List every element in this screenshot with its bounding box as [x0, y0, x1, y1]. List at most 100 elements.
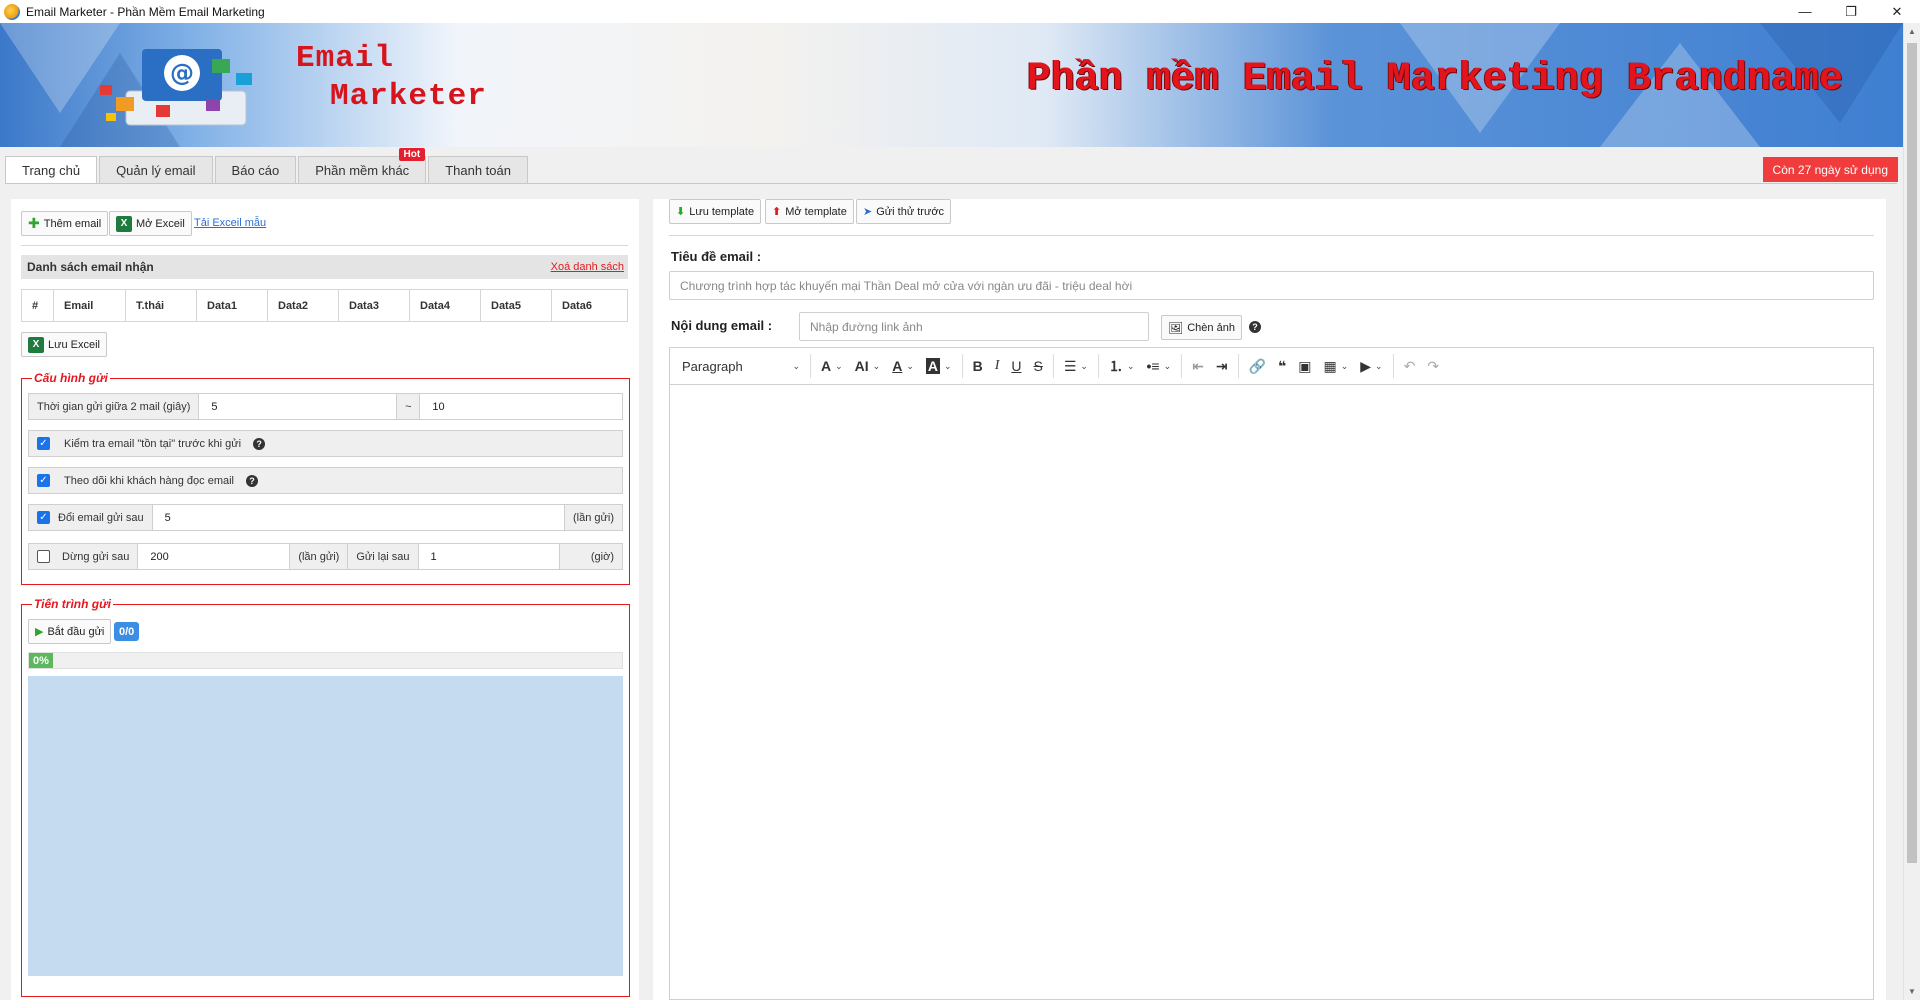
track-open-checkbox[interactable]: ✓	[37, 474, 50, 487]
help-icon[interactable]: ?	[1249, 321, 1261, 333]
trial-days-badge: Còn 27 ngày sử dụng	[1762, 157, 1898, 182]
send-icon: ➤	[863, 206, 873, 218]
window-titlebar: Email Marketer - Phần Mềm Email Marketin…	[0, 0, 1920, 23]
delay-row: Thời gian gửi giữa 2 mail (giây) 5 ~ 10	[28, 393, 623, 420]
scroll-up-icon[interactable]: ▲	[1908, 27, 1916, 36]
insert-image-button[interactable]: 🖼 Chèn ảnh	[1161, 315, 1242, 340]
table-icon: ▦	[1323, 357, 1337, 374]
indent-button[interactable]: ⇥	[1210, 352, 1234, 380]
subject-input[interactable]: Chương trình hợp tác khuyến mại Thần Dea…	[669, 271, 1874, 300]
tab-home[interactable]: Trang chủ	[5, 156, 98, 184]
pause-input[interactable]: 200	[137, 544, 291, 569]
delay-max-input[interactable]: 10	[419, 394, 622, 419]
rich-text-editor: Paragraph ⌄ A ⌄ AI ⌄ A ⌄ A ⌄ B I U S ☰ ⌄ ⒈ ⌄ •≡…	[669, 347, 1874, 1000]
resume-input[interactable]: 1	[417, 544, 560, 569]
open-template-label: Mở template	[785, 205, 847, 218]
col-data2[interactable]: Data2	[268, 290, 339, 321]
toolbar-separator	[961, 354, 963, 378]
media-button[interactable]: ▶ ⌄	[1354, 352, 1388, 380]
toolbar-separator	[1237, 354, 1239, 378]
open-template-button[interactable]: ⬆ Mở template	[765, 199, 854, 224]
rotate-input[interactable]: 5	[151, 505, 565, 530]
restore-button[interactable]: ❐	[1828, 0, 1874, 23]
highlight-button[interactable]: A ⌄	[920, 352, 958, 380]
scrollbar-thumb[interactable]	[1907, 43, 1917, 863]
help-icon[interactable]: ?	[246, 474, 258, 487]
download-template-link[interactable]: Tải Exceil mẫu	[194, 217, 266, 229]
check-exist-checkbox[interactable]: ✓	[37, 437, 50, 450]
send-counter-badge: 0/0	[114, 622, 140, 641]
help-icon[interactable]: ?	[253, 437, 266, 450]
resume-unit: (giờ)	[590, 550, 614, 563]
window-title: Email Marketer - Phần Mềm Email Marketin…	[26, 4, 265, 19]
link-button[interactable]: 🔗	[1243, 352, 1272, 380]
col-index[interactable]: #	[22, 290, 54, 321]
tab-payment[interactable]: Thanh toán	[428, 156, 528, 183]
save-excel-button[interactable]: X Lưu Exceil	[21, 332, 107, 357]
delay-min-input[interactable]: 5	[198, 394, 398, 419]
tab-reports[interactable]: Báo cáo	[214, 156, 297, 183]
editor-content-area[interactable]	[670, 385, 1873, 999]
col-data5[interactable]: Data5	[481, 290, 552, 321]
brand-name-line1: Email	[296, 41, 395, 76]
highlight-icon: A	[925, 358, 941, 374]
font-size-button[interactable]: A ⌄	[815, 352, 849, 380]
scroll-down-icon[interactable]: ▼	[1908, 987, 1916, 996]
bullet-list-button[interactable]: •≡ ⌄	[1140, 352, 1177, 380]
font-color-button[interactable]: A ⌄	[886, 352, 920, 380]
minimize-button[interactable]: —	[1782, 0, 1828, 23]
recipient-list-header: Danh sách email nhận Xoá danh sách	[21, 255, 628, 279]
window-scrollbar[interactable]: ▲ ▼	[1903, 23, 1920, 1000]
align-button[interactable]: ☰ ⌄	[1058, 352, 1094, 380]
save-icon: ⬇	[676, 206, 686, 218]
app-logo-icon	[4, 3, 20, 20]
image-link-input[interactable]: Nhập đường link ảnh	[799, 312, 1149, 341]
add-email-button[interactable]: ✚ Thêm email	[21, 211, 109, 236]
col-data1[interactable]: Data1	[197, 290, 268, 321]
rotate-checkbox[interactable]: ✓	[37, 511, 50, 524]
tab-label: Báo cáo	[231, 162, 280, 178]
pause-checkbox[interactable]	[37, 550, 50, 563]
open-excel-button[interactable]: X Mở Exceil	[109, 211, 192, 236]
close-button[interactable]: ✕	[1874, 0, 1920, 23]
delay-separator: ~	[405, 400, 412, 413]
bold-button[interactable]: B	[967, 352, 989, 380]
italic-button[interactable]: I	[989, 352, 1006, 380]
send-config-legend: Cấu hình gửi	[34, 371, 108, 385]
paragraph-dropdown[interactable]: Paragraph ⌄	[676, 352, 806, 380]
underline-icon: U	[1011, 358, 1022, 374]
clear-list-link[interactable]: Xoá danh sách	[551, 261, 624, 273]
underline-button[interactable]: U	[1005, 352, 1027, 380]
col-data4[interactable]: Data4	[410, 290, 481, 321]
send-progress-group: Tiến trình gửi ▶ Bắt đầu gửi 0/0 0%	[21, 597, 630, 997]
outdent-button[interactable]: ⇤	[1186, 352, 1210, 380]
numbered-list-button[interactable]: ⒈ ⌄	[1103, 352, 1141, 380]
send-test-button[interactable]: ➤ Gửi thử trước	[856, 199, 952, 224]
insert-image-toolbar-button[interactable]: ▣	[1292, 352, 1317, 380]
col-data6[interactable]: Data6	[552, 290, 625, 321]
tab-label: Trang chủ	[22, 163, 81, 178]
strikethrough-button[interactable]: S	[1027, 352, 1048, 380]
undo-button[interactable]: ↶	[1398, 352, 1422, 380]
send-log-area[interactable]	[28, 676, 623, 976]
blockquote-button[interactable]: ❝	[1272, 352, 1292, 380]
toolbar-separator	[1392, 354, 1394, 378]
col-email[interactable]: Email	[54, 290, 126, 321]
tab-other-software[interactable]: Phần mềm khác Hot	[298, 148, 427, 183]
redo-button[interactable]: ↷	[1421, 352, 1445, 380]
toolbar-separator	[1052, 354, 1054, 378]
font-family-button[interactable]: AI ⌄	[849, 352, 887, 380]
svg-text:@: @	[170, 59, 194, 87]
save-template-button[interactable]: ⬇ Lưu template	[669, 199, 762, 224]
redo-icon: ↷	[1427, 357, 1440, 374]
hot-badge: Hot	[398, 148, 426, 161]
col-status[interactable]: T.thái	[126, 290, 197, 321]
start-send-button[interactable]: ▶ Bắt đầu gửi	[28, 619, 112, 644]
play-icon: ▶	[35, 626, 44, 638]
track-open-row[interactable]: ✓ Theo dõi khi khách hàng đọc email ?	[28, 467, 623, 494]
col-data3[interactable]: Data3	[339, 290, 410, 321]
check-exist-row[interactable]: ✓ Kiểm tra email "tồn tại" trước khi gửi…	[28, 430, 623, 457]
table-button[interactable]: ▦ ⌄	[1317, 352, 1354, 380]
resume-label: Gửi lại sau	[347, 544, 417, 569]
tab-manage-email[interactable]: Quản lý email	[99, 156, 213, 183]
